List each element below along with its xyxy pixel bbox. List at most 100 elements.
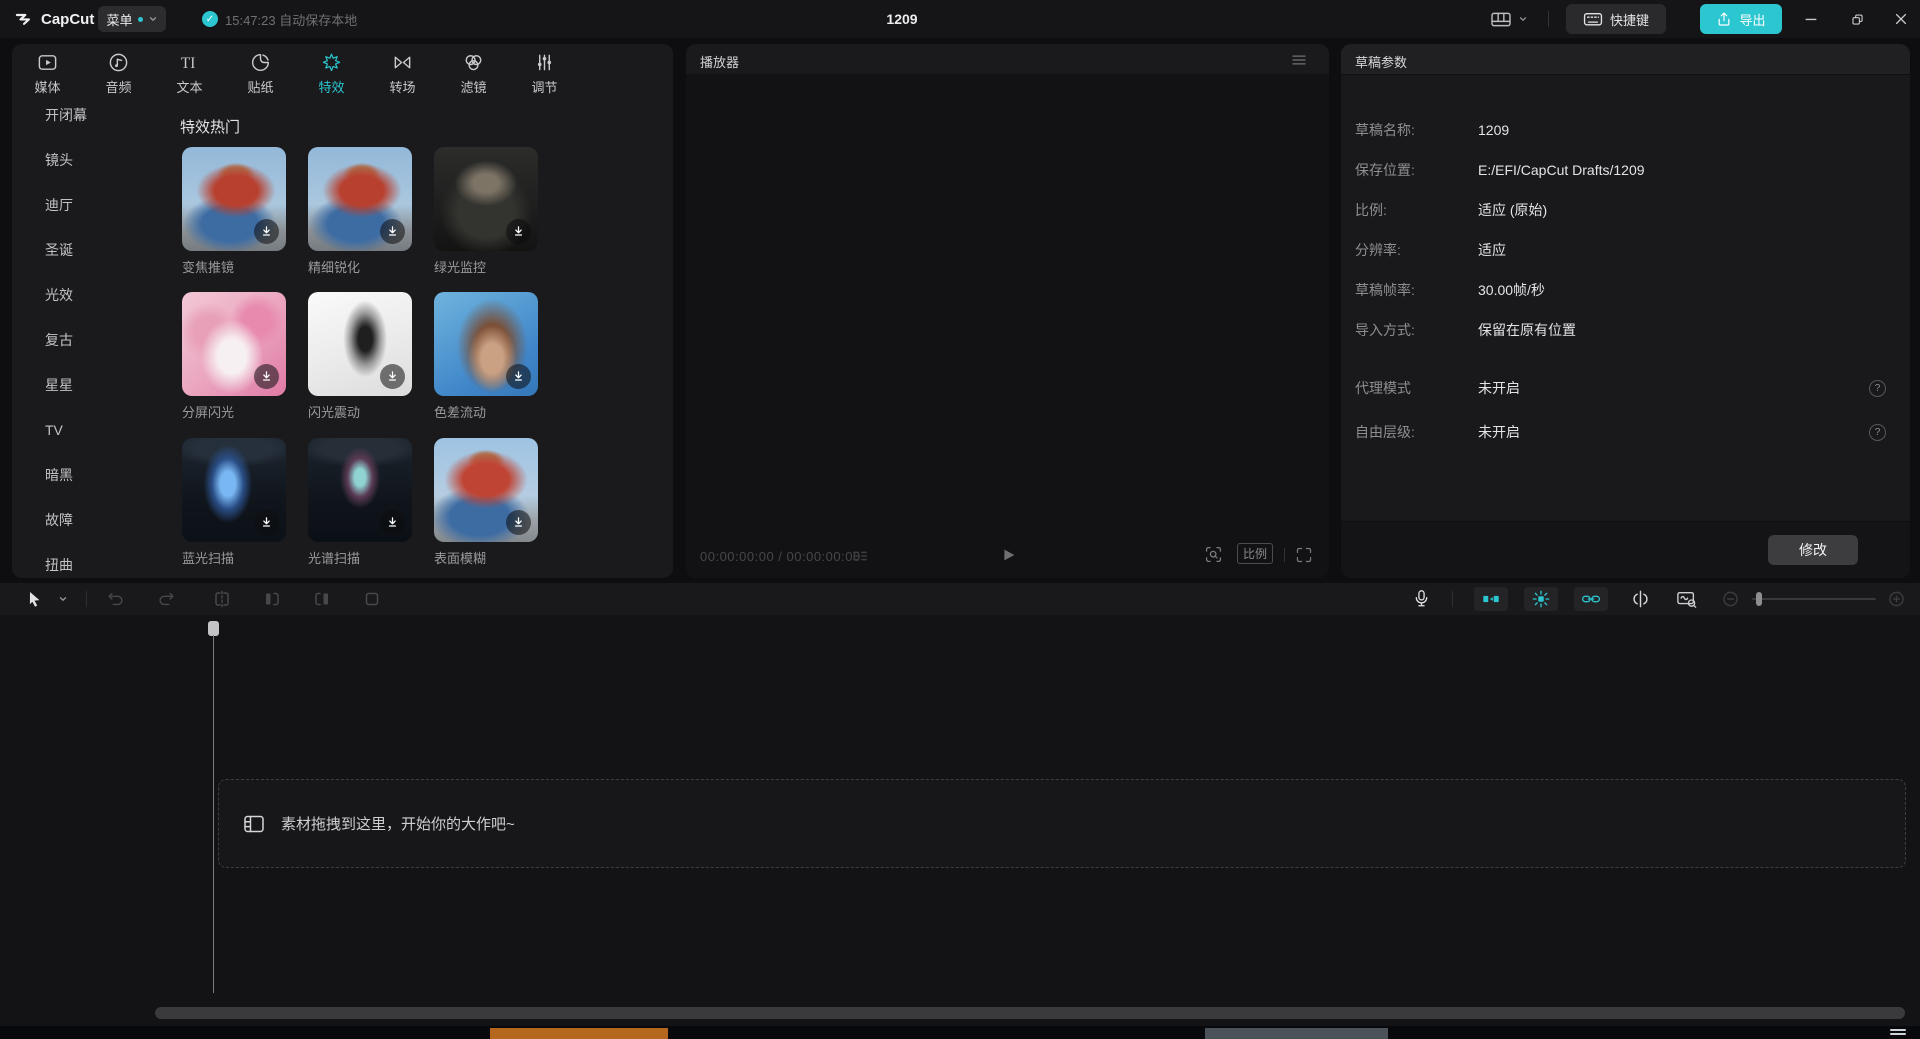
layout-chevron-icon[interactable] [1518,0,1528,38]
layout-switch-icon[interactable] [1490,0,1512,38]
download-icon[interactable] [506,219,531,244]
section-title: 特效热门 [180,118,240,138]
effect-card[interactable]: 分屏闪光 [182,292,286,422]
link-toggle-icon[interactable] [1574,587,1608,611]
venn-circles-icon [463,52,484,73]
effect-card[interactable]: 光谱扫描 [308,438,412,568]
close-button[interactable] [1884,0,1918,38]
autosave-status: 15:47:23 自动保存本地 [202,0,357,38]
category-item[interactable]: TV [45,420,63,440]
help-icon[interactable] [1869,424,1886,441]
hamburger-menu-icon[interactable] [1291,54,1307,66]
play-button[interactable] [999,546,1017,564]
category-item[interactable]: 开闭幕 [45,105,87,125]
fullscreen-icon[interactable] [1295,546,1313,564]
tab-label: 转场 [389,77,415,96]
tab-effects[interactable]: 特效 [296,44,367,100]
tab-adjust[interactable]: 调节 [509,44,580,100]
shortcuts-button[interactable]: 快捷键 [1566,4,1666,34]
effect-card[interactable]: 色差流动 [434,292,538,422]
help-icon[interactable] [1869,380,1886,397]
draft-field-label: 代理模式 [1355,380,1411,396]
freeze-frame-icon[interactable] [362,589,382,609]
effect-card[interactable]: 蓝光扫描 [182,438,286,568]
draft-field-label: 草稿帧率: [1355,282,1415,298]
horizontal-scrollbar[interactable] [155,1007,1905,1019]
effect-thumbnail[interactable] [434,147,538,251]
draft-parameters-panel: 草稿参数 草稿名称: 1209 保存位置: E:/EFI/CapCut Draf… [1341,44,1910,578]
tab-transition[interactable]: 转场 [367,44,438,100]
media-drop-zone[interactable]: 素材拖拽到这里，开始你的大作吧~ [218,779,1906,868]
preview-axis-toggle-icon[interactable] [1524,587,1558,611]
timeline-zoom-slider-handle[interactable] [1756,592,1762,606]
category-item[interactable]: 扭曲 [45,555,73,575]
download-icon[interactable] [254,219,279,244]
tab-filter[interactable]: 滤镜 [438,44,509,100]
tab-text[interactable]: TI 文本 [154,44,225,100]
redo-icon[interactable] [156,589,176,609]
effect-thumbnail[interactable] [182,438,286,542]
category-item[interactable]: 复古 [45,330,73,350]
split-clip-icon[interactable] [212,589,232,609]
tab-label: 贴纸 [247,77,273,96]
timeline-zoom-fit-icon[interactable] [1676,589,1698,609]
tab-media[interactable]: 媒体 [12,44,83,100]
effect-card[interactable]: 变焦推镜 [182,147,286,277]
effect-thumbnail[interactable] [182,292,286,396]
tab-sticker[interactable]: 贴纸 [225,44,296,100]
playhead-line [213,635,214,993]
menu-button[interactable]: 菜单 [98,6,166,32]
cursor-chevron-icon[interactable] [58,594,68,604]
zoom-in-icon[interactable] [1888,591,1905,608]
record-voiceover-icon[interactable] [1412,589,1431,610]
download-icon[interactable] [380,364,405,389]
draft-field-row: 导入方式: 保留在原有位置 [1355,320,1896,340]
frame-list-icon[interactable] [850,548,870,564]
effect-thumbnail[interactable] [434,438,538,542]
timeline-toolbar [0,583,1920,616]
download-icon[interactable] [380,510,405,535]
download-icon[interactable] [506,364,531,389]
category-item[interactable]: 迪厅 [45,195,73,215]
effect-card[interactable]: 绿光监控 [434,147,538,277]
draft-field-label: 导入方式: [1355,322,1415,338]
download-icon[interactable] [506,510,531,535]
effect-thumbnail[interactable] [308,292,412,396]
export-button[interactable]: 导出 [1700,4,1782,34]
playhead-handle[interactable] [208,621,219,636]
download-icon[interactable] [380,219,405,244]
undo-icon[interactable] [106,589,126,609]
effect-thumbnail[interactable] [182,147,286,251]
category-item[interactable]: 圣诞 [45,240,73,260]
preview-focus-icon[interactable] [1204,545,1223,564]
effect-thumbnail[interactable] [308,147,412,251]
category-item[interactable]: 镜头 [45,150,73,170]
minimize-button[interactable] [1794,0,1828,38]
effect-card[interactable]: 闪光震动 [308,292,412,422]
effect-thumbnail[interactable] [308,438,412,542]
aspect-ratio-button[interactable]: 比例 [1237,543,1273,564]
download-icon[interactable] [254,364,279,389]
category-item[interactable]: 故障 [45,510,73,530]
category-item[interactable]: 暗黑 [45,465,73,485]
zoom-out-icon[interactable] [1722,591,1739,608]
select-cursor-icon[interactable] [26,590,43,608]
title-bar: CapCut 菜单 15:47:23 自动保存本地 1209 快捷键 [0,0,1920,38]
effect-thumbnail[interactable] [434,292,538,396]
category-item[interactable]: 光效 [45,285,73,305]
delete-right-icon[interactable] [312,589,332,609]
category-item[interactable]: 星星 [45,375,73,395]
download-icon[interactable] [254,510,279,535]
delete-left-icon[interactable] [262,589,282,609]
auto-snap-toggle-icon[interactable] [1474,587,1508,611]
tab-audio[interactable]: 音频 [83,44,154,100]
draft-field-label: 比例: [1355,202,1387,218]
sticker-icon [250,52,271,73]
restore-button[interactable] [1840,0,1874,38]
modify-button[interactable]: 修改 [1768,535,1858,565]
effect-card[interactable]: 精细锐化 [308,147,412,277]
split-preview-icon[interactable] [1630,589,1651,610]
music-icon [108,52,129,73]
effect-card[interactable]: 表面模糊 [434,438,538,568]
timeline-zoom-slider[interactable] [1752,598,1876,600]
